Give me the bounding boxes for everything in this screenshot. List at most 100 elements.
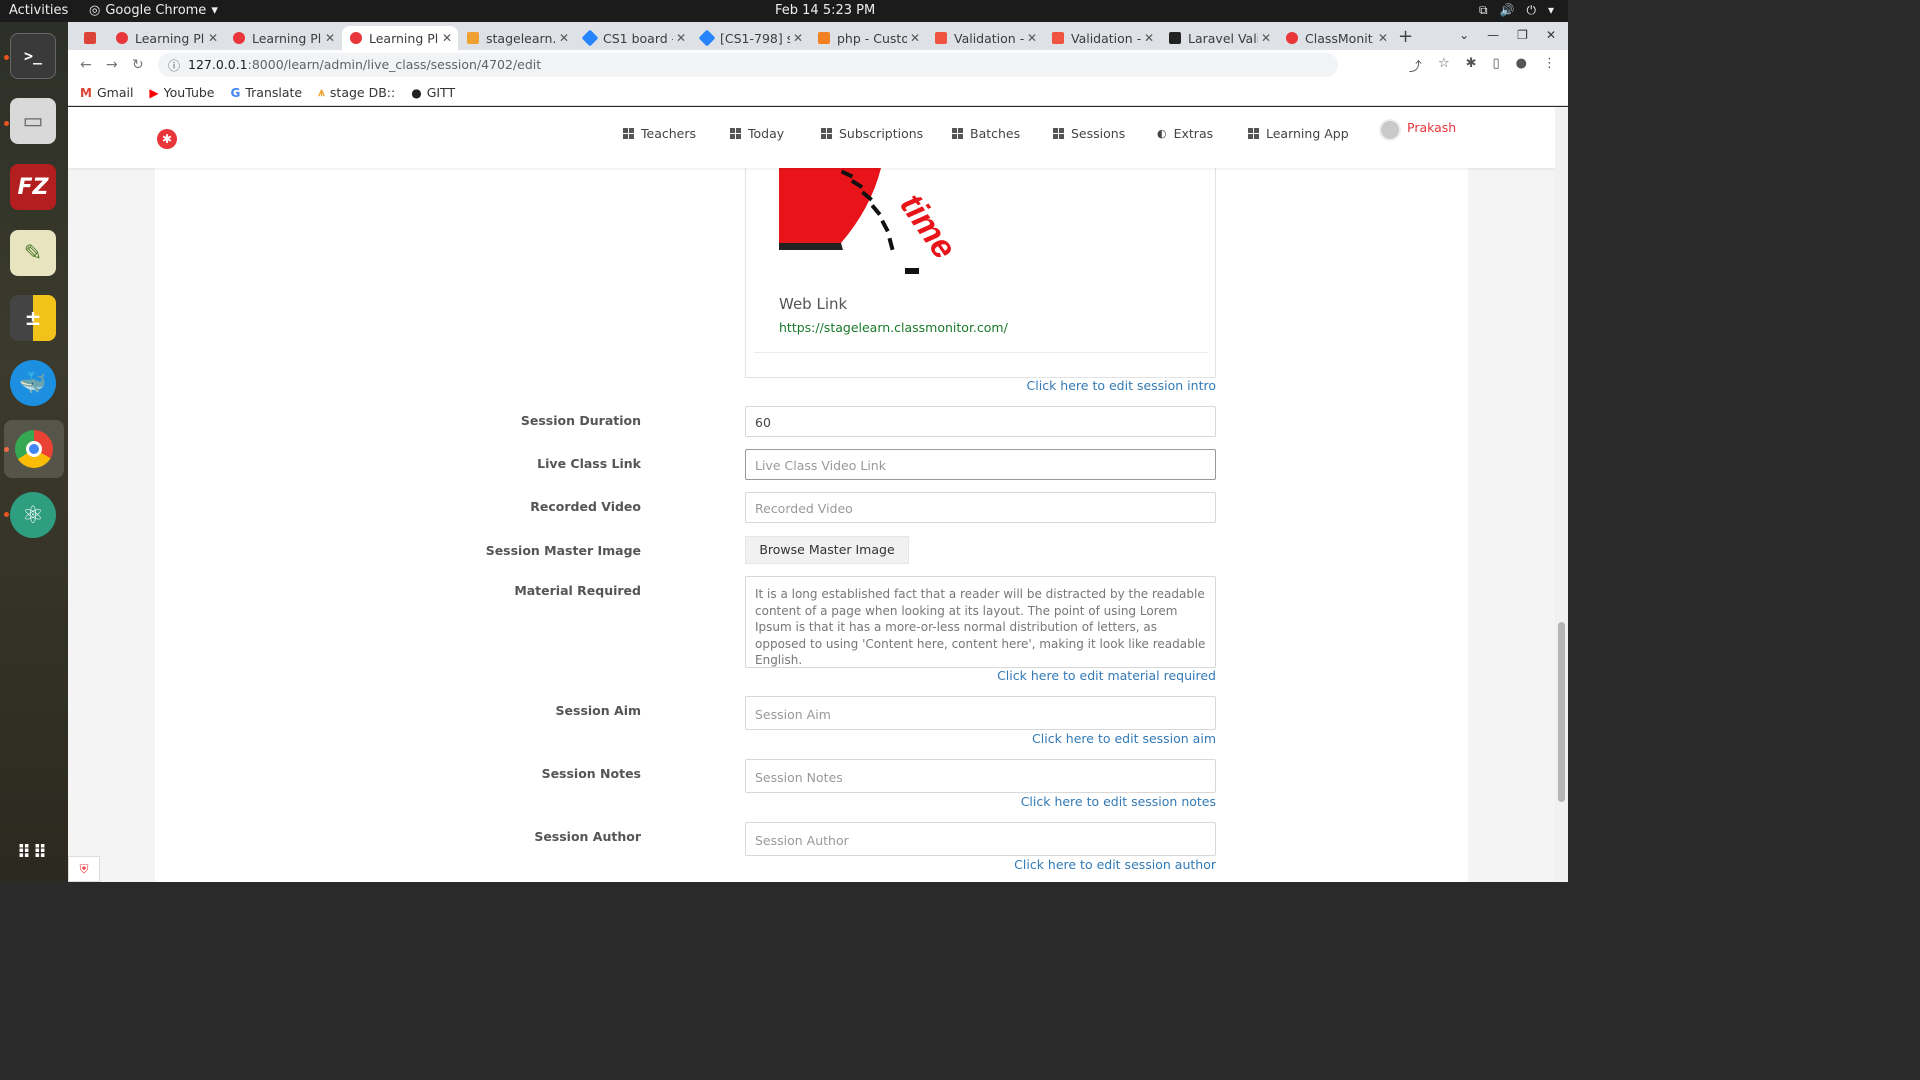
close-icon[interactable]: ✕ [325,31,335,45]
page-scrollbar[interactable] [1555,107,1568,882]
minimize-icon[interactable]: — [1487,28,1499,42]
system-top-bar: Activities ◎ Google Chrome ▾ Feb 14 5:23… [0,0,1568,22]
classmonitor-favicon-icon [233,32,245,44]
address-bar[interactable]: ⓘ 127.0.0.1:8000/learn/admin/live_class/… [158,53,1338,77]
recorded-video-input[interactable]: Recorded Video [745,492,1216,523]
bookmark-gitt[interactable]: ● GITT [411,85,455,100]
nav-teachers[interactable]: Teachers [623,126,696,141]
reload-icon[interactable]: ↻ [132,57,144,73]
app-grid-icon[interactable]: ⠿⠿ [10,830,56,876]
profile-icon[interactable]: ● [1516,56,1527,75]
extensions-icon[interactable]: ✱ [1466,56,1477,75]
terminal-icon[interactable]: >_ [10,33,56,79]
close-icon[interactable]: ✕ [1027,31,1037,45]
back-icon[interactable]: ← [80,57,92,73]
browse-master-image-button[interactable]: Browse Master Image [745,536,909,564]
edit-session-notes-link[interactable]: Click here to edit session notes [1021,794,1216,809]
close-icon[interactable]: ✕ [1378,31,1388,45]
edit-material-required-link[interactable]: Click here to edit material required [997,668,1216,683]
tab[interactable]: Learning Pl ✕ [108,26,224,50]
menu-kebab-icon[interactable]: ⋮ [1543,56,1556,75]
tab[interactable]: Validation - ✕ [927,26,1043,50]
tab[interactable]: [CS1-798] s ✕ [693,26,809,50]
tab[interactable]: ClassMonit ✕ [1278,26,1394,50]
new-tab-button[interactable]: + [1398,26,1413,47]
nav-sessions[interactable]: Sessions [1053,126,1125,141]
tab-strip: Learning Pl ✕ Learning Pl ✕ Learning Pl ✕ s… [68,22,1568,50]
session-aim-input[interactable]: Session Aim [745,696,1216,730]
tab-active[interactable]: Learning Pl ✕ [342,26,458,50]
files-icon[interactable]: ▭ [10,98,56,144]
close-icon[interactable]: ✕ [793,31,803,45]
close-icon[interactable]: ✕ [559,31,569,45]
tab-label: Laravel Vali [1188,30,1258,46]
stage-db-icon: ⩚ [318,85,325,99]
tab[interactable]: php - Custo ✕ [810,26,926,50]
tab-label: Validation - [1071,30,1141,46]
dock: >_ ▭ FZ ✎ ± 🐳 ⚛ ⠿⠿ [0,22,68,882]
close-window-icon[interactable]: ✕ [1546,28,1556,42]
live-class-link-input[interactable]: Live Class Video Link [745,449,1216,480]
material-required-label: Material Required [514,583,641,598]
clock[interactable]: Feb 14 5:23 PM [775,3,875,18]
laravel-debugbar-icon[interactable]: ⛨ [68,856,100,882]
docker-icon[interactable]: 🐳 [10,360,56,406]
nav-label: Batches [970,126,1021,141]
nav-subscriptions[interactable]: Subscriptions [821,126,923,141]
close-icon[interactable]: ✕ [1261,31,1271,45]
tab-gmail[interactable] [76,26,106,50]
web-page: ✱ Teachers Today Subscriptions Batches S… [68,107,1555,882]
nav-today[interactable]: Today [730,126,784,141]
edit-session-author-link[interactable]: Click here to edit session author [1014,857,1216,872]
tab[interactable]: Laravel Vali ✕ [1161,26,1277,50]
chrome-icon[interactable] [4,420,64,478]
session-author-input[interactable]: Session Author [745,822,1216,856]
web-link-url[interactable]: https://stagelearn.classmonitor.com/ [779,320,1008,335]
close-icon[interactable]: ✕ [676,31,686,45]
material-required-textarea[interactable]: It is a long established fact that a rea… [745,576,1216,668]
side-panel-icon[interactable]: ▯ [1493,56,1500,75]
laravel-news-favicon-icon [1169,32,1181,44]
tab-label: CS1 board - [603,30,673,46]
edit-session-aim-link[interactable]: Click here to edit session aim [1032,731,1216,746]
calculator-icon[interactable]: ± [10,295,56,341]
tab-label: Learning Pl [135,30,205,46]
close-icon[interactable]: ✕ [208,31,218,45]
timer-image-text: time [892,187,963,266]
bookmark-stage-db[interactable]: ⩚ stage DB:: [318,85,395,100]
user-menu[interactable]: Prakash [1379,119,1456,141]
system-tray[interactable]: ⧉ 🔊 ⏻ ▾ [1479,3,1554,18]
filezilla-icon[interactable]: FZ [10,164,56,210]
forward-icon[interactable]: → [106,57,118,73]
session-notes-input[interactable]: Session Notes [745,759,1216,793]
recorded-video-label: Recorded Video [530,499,641,514]
share-icon[interactable]: ⤴ [1409,56,1422,75]
nav-extras[interactable]: ◐ Extras [1157,126,1213,141]
bookmark-label: YouTube [163,85,215,100]
nav-learning-app[interactable]: Learning App [1248,126,1349,141]
tab[interactable]: stagelearn. ✕ [459,26,575,50]
bookmark-star-icon[interactable]: ☆ [1438,56,1450,75]
app-menu[interactable]: ◎ Google Chrome ▾ [89,3,218,18]
tab[interactable]: CS1 board - ✕ [576,26,692,50]
bookmark-youtube[interactable]: ▶ YouTube [149,85,214,100]
tab[interactable]: Learning Pl ✕ [225,26,341,50]
scrollbar-thumb[interactable] [1558,622,1565,802]
activities-button[interactable]: Activities [9,3,68,18]
atom-icon[interactable]: ⚛ [10,492,56,538]
classmonitor-logo[interactable]: ✱ [157,129,177,149]
site-info-icon[interactable]: ⓘ [168,57,180,74]
close-icon[interactable]: ✕ [442,31,452,45]
edit-session-intro-link[interactable]: Click here to edit session intro [1027,378,1216,393]
maximize-icon[interactable]: ❐ [1517,28,1528,42]
nav-batches[interactable]: Batches [952,126,1020,141]
gedit-icon[interactable]: ✎ [10,230,56,276]
bookmark-label: Gmail [96,85,134,100]
close-icon[interactable]: ✕ [910,31,920,45]
tab[interactable]: Validation - ✕ [1044,26,1160,50]
bookmark-translate[interactable]: G Translate [231,85,303,100]
close-icon[interactable]: ✕ [1144,31,1154,45]
session-duration-input[interactable]: 60 [745,406,1216,437]
tab-search-icon[interactable]: ⌄ [1459,28,1469,42]
bookmark-gmail[interactable]: M Gmail [80,85,133,100]
